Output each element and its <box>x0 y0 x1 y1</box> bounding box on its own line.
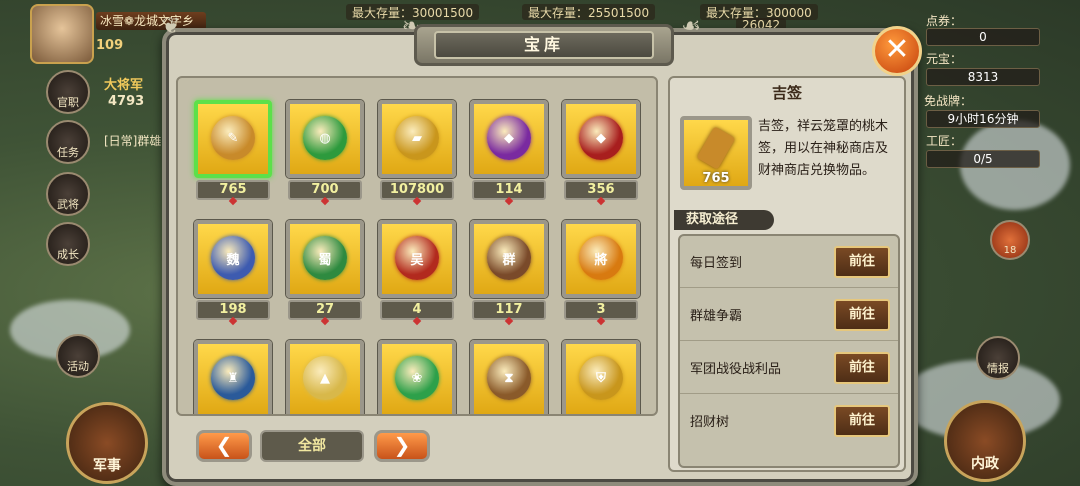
item-slot[interactable]: 蜀 27 <box>286 220 364 326</box>
craftsman-value: 0/5 <box>926 150 1040 168</box>
button-label: 武将 <box>57 198 79 211</box>
dialog-title: 宝库 <box>434 31 654 59</box>
item-slot[interactable]: ⧗ <box>470 340 548 414</box>
chevron-left-icon: ❮ <box>215 433 233 457</box>
item-slot[interactable]: ◆ 356 <box>562 100 640 206</box>
official-rank-button[interactable]: 官职 <box>46 70 90 114</box>
go-button[interactable]: 前往 <box>834 299 890 331</box>
item-grid-panel[interactable]: ✎ 765 ◍ 700 ▰ 107800 ◆ 114 ◆ 356 魏 198 蜀 27 吴 4 群 117 將 3 ♜ ▲… <box>176 76 658 416</box>
obtain-source-list: 每日签到 前往 群雄争霸 前往 军团战役战利品 前往 招财树 前往 <box>678 234 900 468</box>
go-button[interactable]: 前往 <box>834 405 890 437</box>
wu-token-icon: 吴 <box>395 236 439 280</box>
item-slot[interactable]: 群 117 <box>470 220 548 326</box>
coupon-value: 0 <box>926 28 1040 46</box>
item-slot[interactable]: ◆ 114 <box>470 100 548 206</box>
coupon-label: 点券： <box>925 14 962 28</box>
item-slot[interactable]: 吴4 <box>378 220 456 326</box>
source-name: 军团战役战利品 <box>690 362 782 377</box>
interior-button[interactable]: 内政 <box>944 400 1026 482</box>
craftsman-label: 工匠： <box>925 134 962 148</box>
red-gem-icon: ◆ <box>579 116 623 160</box>
purple-gem-icon: ◆ <box>487 116 531 160</box>
item-slot[interactable]: ◍ 700 <box>286 100 364 206</box>
go-button[interactable]: 前往 <box>834 352 890 384</box>
corner-ornament-icon: ❦ <box>161 14 181 39</box>
item-slot[interactable]: 魏 198 <box>194 220 272 326</box>
wei-token-icon: 魏 <box>211 236 255 280</box>
item-slot[interactable]: ❀ <box>378 340 456 414</box>
general-token-icon: 將 <box>579 236 623 280</box>
detail-title: 吉签 <box>771 84 802 102</box>
ingot-label: 元宝： <box>925 52 962 66</box>
notification-badge[interactable]: 18 <box>990 220 1030 260</box>
prev-page-button[interactable]: ❮ <box>196 430 252 462</box>
source-row: 群雄争霸 前往 <box>680 289 898 341</box>
source-row: 军团战役战利品 前往 <box>680 342 898 394</box>
player-avatar[interactable] <box>30 4 94 64</box>
generals-button[interactable]: 武将 <box>46 172 90 216</box>
button-label: 官职 <box>57 96 79 109</box>
power-value: 4793 <box>108 94 145 109</box>
item-slot[interactable]: ▲ <box>286 340 364 414</box>
next-page-button[interactable]: ❯ <box>374 430 430 462</box>
source-name: 招财树 <box>690 415 730 430</box>
qun-token-icon: 群 <box>487 236 531 280</box>
gold-bar-icon: ▰ <box>395 116 439 160</box>
bamboo-slip-icon: ✎ <box>211 116 255 160</box>
button-label: 内政 <box>971 456 999 472</box>
source-name: 群雄争霸 <box>690 309 743 324</box>
item-slot[interactable]: ⛨ <box>562 340 640 414</box>
jade-disc-icon: ◍ <box>303 116 347 160</box>
button-label: 成长 <box>57 248 79 261</box>
resource-cap-2: 最大存量：25501500 <box>522 4 656 20</box>
hourglass-icon: ⧗ <box>487 356 531 400</box>
item-slot[interactable]: ▰ 107800 <box>378 100 456 206</box>
rank-label: 大将军 <box>104 78 144 93</box>
events-button[interactable]: 活动 <box>56 334 100 378</box>
armor-icon: ⛨ <box>579 356 623 400</box>
jade-pendant-icon: ❀ <box>395 356 439 400</box>
go-button[interactable]: 前往 <box>834 246 890 278</box>
pagination-bar: ❮ 全部 ❯ <box>196 430 636 466</box>
source-row: 每日签到 前往 <box>680 236 898 288</box>
item-slot[interactable]: 將3 <box>562 220 640 326</box>
badge-count: 18 <box>1003 245 1017 256</box>
quest-button[interactable]: 任务 <box>46 120 90 164</box>
gold-powder-icon: ▲ <box>303 356 347 400</box>
truce-value: 9小时16分钟 <box>926 110 1040 128</box>
detail-count: 765 <box>702 171 730 186</box>
military-button[interactable]: 军事 <box>66 402 148 484</box>
item-shape <box>696 126 736 170</box>
button-label: 任务 <box>57 146 79 159</box>
cauldron-icon: ♜ <box>211 356 255 400</box>
item-detail-panel: 吉签 765 吉签，祥云笼罩的桃木签，用以在神秘商店及财神商店兑换物品。 获取途… <box>668 76 906 472</box>
item-slot[interactable]: ♜ <box>194 340 272 414</box>
button-label: 活动 <box>67 360 89 373</box>
detail-description: 吉签，祥云笼罩的桃木签，用以在神秘商店及财神商店兑换物品。 <box>758 119 889 178</box>
shu-token-icon: 蜀 <box>303 236 347 280</box>
button-label: 情报 <box>987 362 1009 375</box>
button-label: 军事 <box>93 458 121 474</box>
close-icon: ✕ <box>884 32 910 67</box>
dialog-title-bar: 宝库 <box>414 24 674 66</box>
item-slot[interactable]: ✎ 765 <box>194 100 272 206</box>
player-level: 109 <box>96 38 124 53</box>
bamboo-slip-icon: 765 <box>680 116 752 190</box>
item-grid: ✎ 765 ◍ 700 ▰ 107800 ◆ 114 ◆ 356 魏 198 蜀 27 吴 4 群 117 將 3 ♜ ▲… <box>194 100 640 414</box>
daily-quest-text[interactable]: [日常]群雄 <box>104 132 161 149</box>
close-button[interactable]: ✕ <box>872 26 922 76</box>
truce-label: 免战牌： <box>923 94 972 108</box>
source-row: 招财树 前往 <box>680 395 898 447</box>
report-button[interactable]: 情报 <box>976 336 1020 380</box>
growth-button[interactable]: 成长 <box>46 222 90 266</box>
filter-all-button[interactable]: 全部 <box>260 430 364 462</box>
obtain-heading: 获取途径 <box>674 210 774 230</box>
treasury-dialog: ❦ ❧ ☙ 宝库 ✕ ✎ 765 ◍ 700 ▰ 107800 ◆ 114 ◆ 356 魏 198 蜀 2… <box>162 14 922 486</box>
dragon-ornament-icon: ☙ <box>681 14 701 39</box>
chevron-right-icon: ❯ <box>393 433 411 457</box>
source-name: 每日签到 <box>690 256 743 271</box>
ingot-value: 8313 <box>926 68 1040 86</box>
